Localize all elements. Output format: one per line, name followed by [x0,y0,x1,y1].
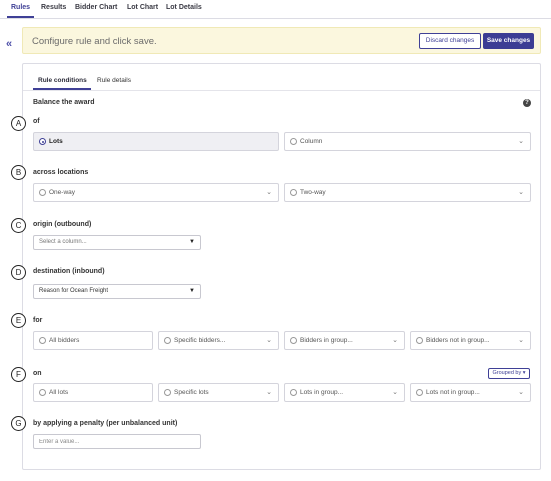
tab-rule-conditions[interactable]: Rule conditions [38,77,87,84]
marker-c: C [11,218,26,233]
tab-rule-details[interactable]: Rule details [97,77,131,84]
subtab-divider [23,90,540,91]
radio-icon [416,389,423,396]
help-icon[interactable]: ? [523,99,531,107]
option-label: Column [300,138,323,145]
on-option-lots-in-group[interactable]: Lots in group... ⌄ [284,383,405,402]
radio-icon [164,337,171,344]
caret-down-icon: ▼ [189,239,195,245]
radio-icon [164,389,171,396]
chevron-down-icon: ⌄ [266,337,272,344]
chevron-down-icon: ⌄ [392,389,398,396]
radio-icon [39,337,46,344]
marker-g: G [11,416,26,431]
tab-bidder-chart[interactable]: Bidder Chart [75,4,117,11]
top-nav: Rules Results Bidder Chart Lot Chart Lot… [0,0,551,19]
option-label: Specific lots [174,389,209,396]
radio-icon [416,337,423,344]
marker-e: E [11,313,26,328]
for-option-bidders-not-in-group[interactable]: Bidders not in group... ⌄ [410,331,531,350]
chevron-down-icon: ⌄ [266,189,272,196]
of-option-lots[interactable]: Lots [33,132,279,151]
of-option-column[interactable]: Column ⌄ [284,132,531,151]
radio-icon [290,389,297,396]
discard-changes-button[interactable]: Discard changes [419,33,481,49]
tab-results[interactable]: Results [41,4,66,11]
section-title: Balance the award [33,99,95,106]
radio-icon [39,189,46,196]
for-label: for [33,317,43,324]
option-label: Lots in group... [300,389,343,396]
option-label: Bidders in group... [300,337,353,344]
radio-icon [290,337,297,344]
on-option-all-lots[interactable]: All lots [33,383,153,402]
penalty-input[interactable] [34,435,200,448]
origin-select-placeholder: Select a column... [39,239,87,245]
tab-lot-chart[interactable]: Lot Chart [127,4,158,11]
destination-select-value: Reason for Ocean Freight [39,288,109,294]
option-label: Lots [49,138,63,145]
option-label: Bidders not in group... [426,337,490,344]
marker-d: D [11,265,26,280]
tab-rules[interactable]: Rules [11,4,30,11]
on-option-specific-lots[interactable]: Specific lots ⌄ [158,383,279,402]
for-option-bidders-in-group[interactable]: Bidders in group... ⌄ [284,331,405,350]
radio-icon [290,189,297,196]
tab-lot-details[interactable]: Lot Details [166,4,202,11]
marker-b: B [11,165,26,180]
unsaved-banner: Configure rule and click save. Discard c… [22,27,541,54]
rule-panel [22,63,541,470]
option-label: Lots not in group... [426,389,480,396]
across-locations-label: across locations [33,169,89,176]
save-changes-button[interactable]: Save changes [483,33,534,49]
chevron-down-icon: ⌄ [266,389,272,396]
radio-selected-icon [39,138,46,145]
chevron-down-icon: ⌄ [518,138,524,145]
radio-icon [39,389,46,396]
penalty-input-wrapper [33,434,201,449]
penalty-label: by applying a penalty (per unbalanced un… [33,420,178,427]
active-tab-indicator [7,16,34,18]
collapse-sidebar-icon[interactable]: « [6,38,12,50]
option-label: Specific bidders... [174,337,226,344]
destination-label: destination (inbound) [33,268,105,275]
chevron-down-icon: ⌄ [392,337,398,344]
grouped-by-dropdown[interactable]: Grouped by ▾ [488,368,530,379]
marker-a: A [11,116,26,131]
of-label: of [33,118,40,125]
across-option-two-way[interactable]: Two-way ⌄ [284,183,531,202]
origin-select[interactable]: Select a column... ▼ [33,235,201,250]
radio-icon [290,138,297,145]
option-label: Two-way [300,189,326,196]
on-option-lots-not-in-group[interactable]: Lots not in group... ⌄ [410,383,531,402]
option-label: All lots [49,389,69,396]
active-subtab-indicator [33,88,91,90]
banner-message: Configure rule and click save. [32,36,157,47]
for-option-specific-bidders[interactable]: Specific bidders... ⌄ [158,331,279,350]
destination-select[interactable]: Reason for Ocean Freight ▼ [33,284,201,299]
for-option-all-bidders[interactable]: All bidders [33,331,153,350]
across-option-one-way[interactable]: One-way ⌄ [33,183,279,202]
option-label: All bidders [49,337,80,344]
marker-f: F [11,367,26,382]
chevron-down-icon: ⌄ [518,189,524,196]
origin-label: origin (outbound) [33,221,92,228]
on-label: on [33,370,42,377]
option-label: One-way [49,189,76,196]
caret-down-icon: ▼ [189,288,195,294]
chevron-down-icon: ⌄ [518,389,524,396]
chevron-down-icon: ⌄ [518,337,524,344]
